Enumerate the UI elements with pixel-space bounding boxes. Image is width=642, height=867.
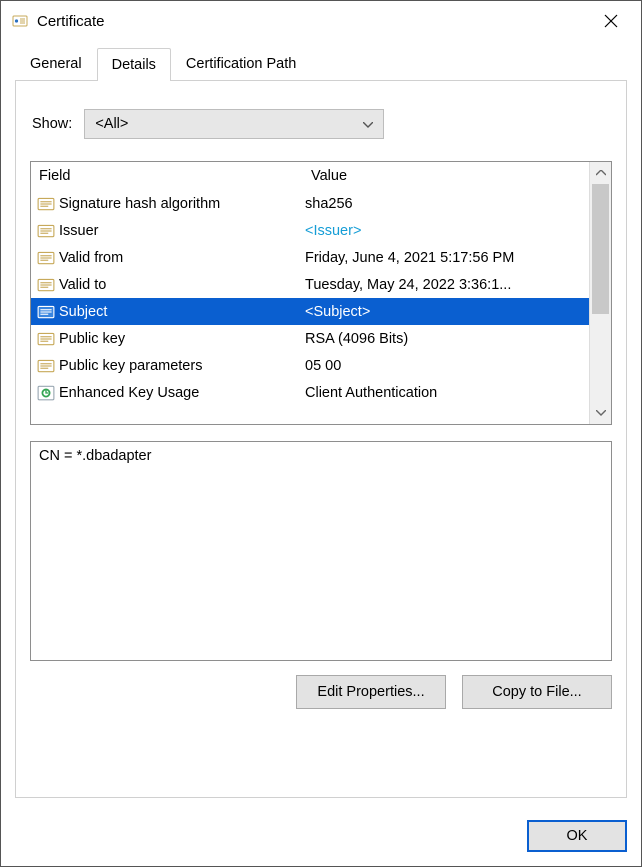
field-label: Public key xyxy=(59,331,125,347)
field-label: Signature hash algorithm xyxy=(59,196,220,212)
field-cell: Subject xyxy=(31,303,303,321)
tab-details[interactable]: Details xyxy=(97,48,171,81)
cert-field-icon xyxy=(37,276,55,294)
value-cell: Tuesday, May 24, 2022 3:36:1... xyxy=(303,277,589,293)
field-cell: Public key parameters xyxy=(31,357,303,375)
field-cell: Valid to xyxy=(31,276,303,294)
list-header: Field Value xyxy=(31,162,589,190)
window-title: Certificate xyxy=(37,13,589,30)
field-label: Enhanced Key Usage xyxy=(59,385,199,401)
cert-field-icon xyxy=(37,303,55,321)
field-cell: Issuer xyxy=(31,222,303,240)
ext-field-icon xyxy=(37,384,55,402)
field-cell: Enhanced Key Usage xyxy=(31,384,303,402)
close-button[interactable] xyxy=(589,1,633,41)
tab-strip: General Details Certification Path xyxy=(15,47,627,80)
field-label: Valid from xyxy=(59,250,123,266)
tab-certification-path[interactable]: Certification Path xyxy=(171,47,311,80)
vertical-scrollbar[interactable] xyxy=(589,162,611,424)
action-buttons: Edit Properties... Copy to File... xyxy=(30,675,612,709)
field-label: Valid to xyxy=(59,277,106,293)
table-row[interactable]: Valid to Tuesday, May 24, 2022 3:36:1... xyxy=(31,271,589,298)
field-cell: Valid from xyxy=(31,249,303,267)
value-cell: 05 00 xyxy=(303,358,589,374)
cert-field-icon xyxy=(37,195,55,213)
show-selected-value: <All> xyxy=(95,116,128,132)
certificate-icon xyxy=(11,12,29,30)
cert-field-icon xyxy=(37,222,55,240)
scrollbar-track[interactable] xyxy=(590,184,611,402)
table-row[interactable]: Public key RSA (4096 Bits) xyxy=(31,325,589,352)
copy-to-file-button[interactable]: Copy to File... xyxy=(462,675,612,709)
col-header-field[interactable]: Field xyxy=(31,162,303,190)
value-cell: Client Authentication xyxy=(303,385,589,401)
value-cell: <Issuer> xyxy=(303,223,589,239)
fields-listbox: Field Value Signature hash algorithm sha2… xyxy=(30,161,612,425)
table-row[interactable]: Valid from Friday, June 4, 2021 5:17:56 P… xyxy=(31,244,589,271)
value-cell: sha256 xyxy=(303,196,589,212)
cert-field-icon xyxy=(37,357,55,375)
table-row[interactable]: Public key parameters 05 00 xyxy=(31,352,589,379)
fields-list: Field Value Signature hash algorithm sha2… xyxy=(31,162,589,424)
details-panel: Show: <All> Field Value Signature hash a… xyxy=(15,80,627,798)
value-cell: RSA (4096 Bits) xyxy=(303,331,589,347)
cert-field-icon xyxy=(37,249,55,267)
table-row[interactable]: Issuer <Issuer> xyxy=(31,217,589,244)
table-row[interactable]: Subject <Subject> xyxy=(31,298,589,325)
field-cell: Signature hash algorithm xyxy=(31,195,303,213)
show-row: Show: <All> xyxy=(32,109,610,139)
titlebar: Certificate xyxy=(1,1,641,41)
scroll-down-icon[interactable] xyxy=(590,402,611,424)
table-row[interactable]: Enhanced Key Usage Client Authentication xyxy=(31,379,589,406)
col-header-value[interactable]: Value xyxy=(303,162,589,190)
show-label: Show: xyxy=(32,116,72,132)
dialog-footer: OK xyxy=(1,812,641,866)
field-label: Public key parameters xyxy=(59,358,202,374)
field-cell: Public key xyxy=(31,330,303,348)
edit-properties-button[interactable]: Edit Properties... xyxy=(296,675,446,709)
cert-field-icon xyxy=(37,330,55,348)
value-cell: <Subject> xyxy=(303,304,589,320)
tab-general[interactable]: General xyxy=(15,47,97,80)
detail-text: CN = *.dbadapter xyxy=(39,448,603,464)
scroll-up-icon[interactable] xyxy=(590,162,611,184)
chevron-down-icon xyxy=(363,117,373,131)
content-area: General Details Certification Path Show:… xyxy=(1,41,641,812)
detail-textarea[interactable]: CN = *.dbadapter xyxy=(30,441,612,661)
scrollbar-thumb[interactable] xyxy=(592,184,609,314)
field-label: Subject xyxy=(59,304,107,320)
table-row[interactable]: Signature hash algorithm sha256 xyxy=(31,190,589,217)
field-label: Issuer xyxy=(59,223,99,239)
value-cell: Friday, June 4, 2021 5:17:56 PM xyxy=(303,250,589,266)
ok-button[interactable]: OK xyxy=(527,820,627,852)
list-rows: Signature hash algorithm sha256 Issuer <Is… xyxy=(31,190,589,406)
show-dropdown[interactable]: <All> xyxy=(84,109,384,139)
